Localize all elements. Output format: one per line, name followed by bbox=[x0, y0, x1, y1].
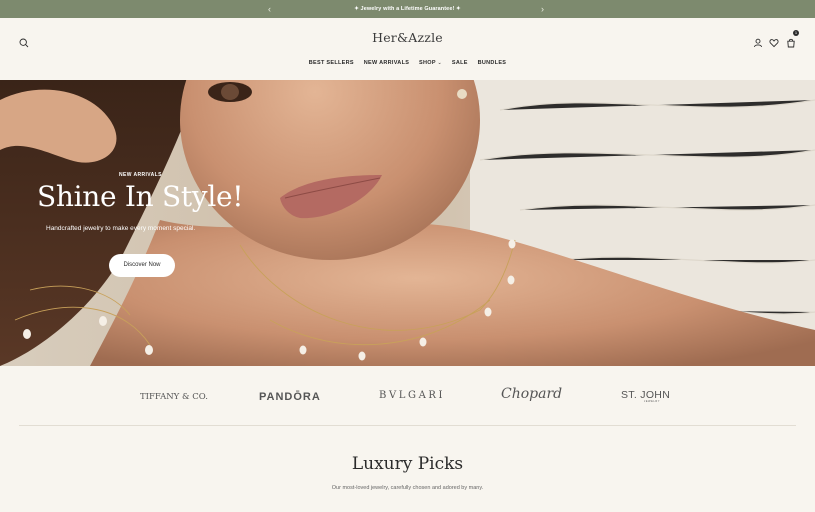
section-divider bbox=[19, 425, 796, 426]
brand-logo-pandora: PANDŌRA bbox=[259, 391, 321, 403]
site-logo[interactable]: Her&Azzle bbox=[0, 30, 815, 45]
nav-best-sellers[interactable]: BEST SELLERS bbox=[309, 60, 354, 66]
account-icon[interactable] bbox=[753, 35, 763, 53]
brand-logo-chopard: Chopard bbox=[501, 386, 563, 402]
cart-icon[interactable] bbox=[786, 35, 796, 53]
announcement-next-arrow[interactable]: › bbox=[541, 0, 544, 18]
hero-image bbox=[0, 80, 815, 366]
site-header: Her&Azzle 1 BEST SELLERS NEW ARRIVALS SH… bbox=[0, 18, 815, 80]
main-nav: BEST SELLERS NEW ARRIVALS SHOP ⌄ SALE BU… bbox=[0, 60, 815, 66]
brand-logo-strip: TIFFANY & CO. PANDŌRA BVLGARI Chopard ST… bbox=[0, 366, 815, 426]
nav-shop-label: SHOP bbox=[419, 60, 436, 66]
hero-eyebrow: NEW ARRIVALS bbox=[119, 172, 162, 178]
cart-count-badge: 1 bbox=[793, 30, 799, 36]
discover-now-button[interactable]: Discover Now bbox=[109, 254, 175, 277]
announcement-message: ✦ Jewelry with a Lifetime Guarantee! ✦ bbox=[354, 6, 461, 12]
section-title: Luxury Picks bbox=[351, 454, 464, 474]
announcement-bar: ‹ ✦ Jewelry with a Lifetime Guarantee! ✦… bbox=[0, 0, 815, 18]
st-john-subtext: JEWELRY bbox=[644, 400, 660, 403]
brand-logo-tiffany: TIFFANY & CO. bbox=[140, 392, 208, 402]
hero-banner: NEW ARRIVALS Shine In Style! Handcrafted… bbox=[0, 80, 815, 366]
nav-shop[interactable]: SHOP ⌄ bbox=[419, 60, 442, 66]
nav-bundles[interactable]: BUNDLES bbox=[478, 60, 507, 66]
hero-subtitle: Handcrafted jewelry to make every moment… bbox=[46, 225, 196, 232]
nav-new-arrivals[interactable]: NEW ARRIVALS bbox=[364, 60, 409, 66]
section-subtitle: Our most-loved jewelry, carefully chosen… bbox=[331, 485, 484, 491]
chevron-down-icon: ⌄ bbox=[437, 60, 443, 66]
brand-logo-bvlgari: BVLGARI bbox=[379, 390, 446, 401]
wishlist-icon[interactable] bbox=[769, 35, 779, 53]
brand-logo-st-john: ST. JOHN JEWELRY bbox=[621, 389, 670, 403]
nav-sale[interactable]: SALE bbox=[452, 60, 468, 66]
hero-title: Shine In Style! bbox=[37, 180, 244, 213]
